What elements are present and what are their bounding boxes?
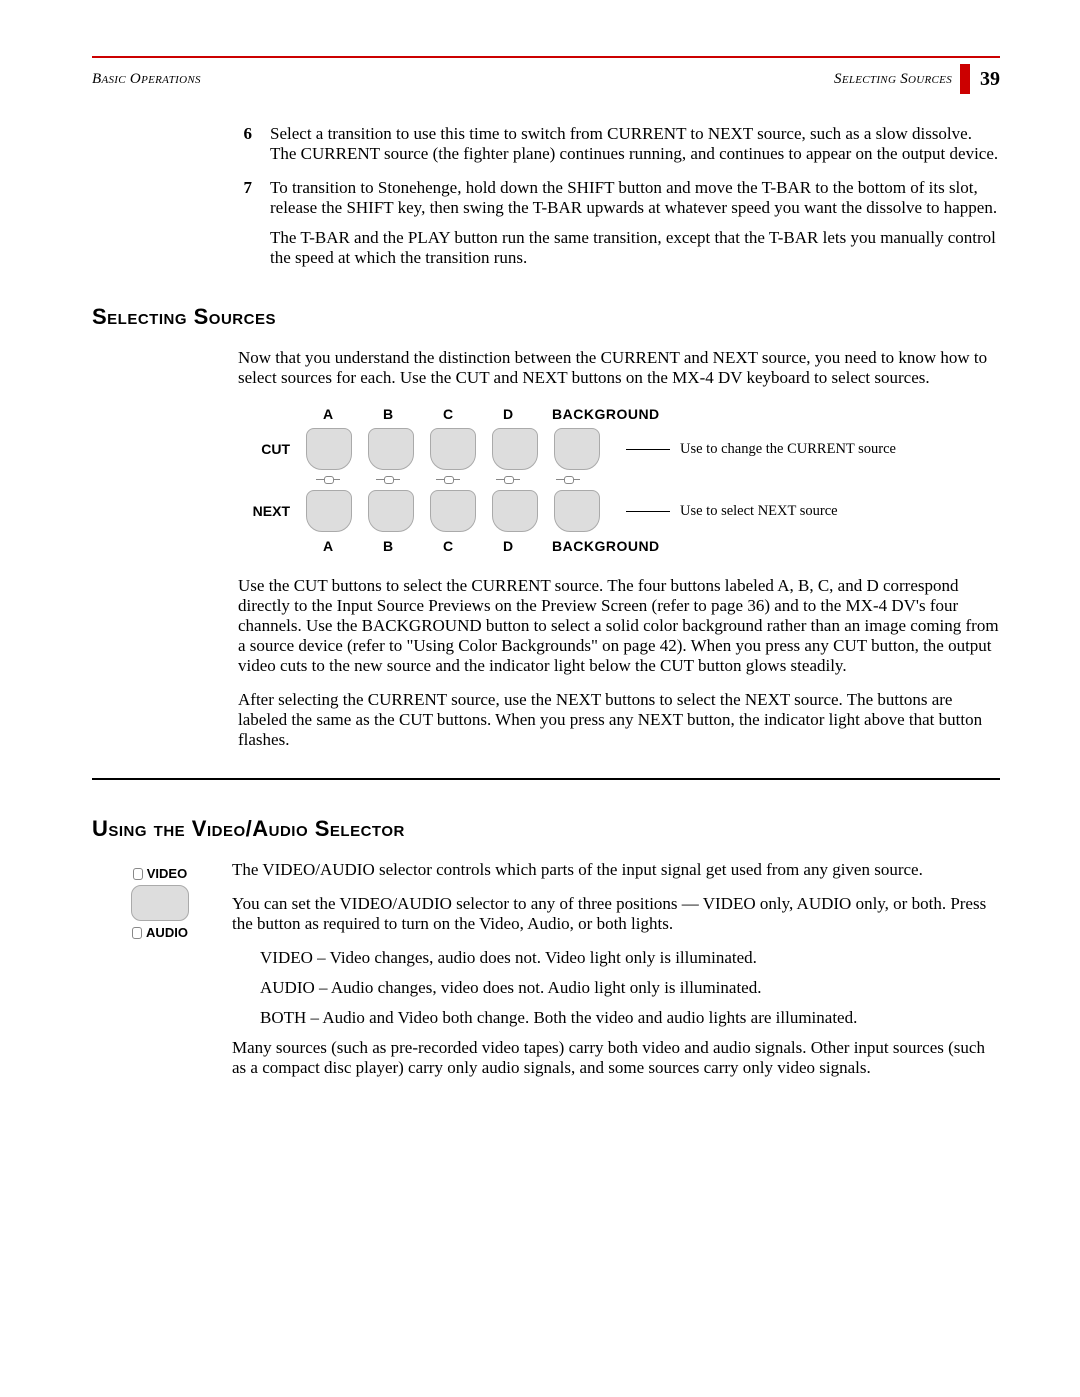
page-number: 39 (980, 68, 1000, 91)
body-paragraph: The VIDEO/AUDIO selector controls which … (232, 860, 1000, 880)
step-after-text: The T-BAR and the PLAY button run the sa… (270, 228, 1000, 268)
section-heading-va-selector: Using the Video/Audio Selector (92, 816, 1000, 842)
indicator-icon (486, 476, 530, 484)
va-label-video: VIDEO (147, 866, 187, 881)
leader-line-icon (626, 449, 670, 450)
keycap-icon (492, 490, 538, 532)
header-left: Basic Operations (92, 71, 201, 88)
page-marker-icon (960, 64, 970, 94)
keycap-icon (430, 428, 476, 470)
diagram-annotation: Use to select NEXT source (626, 503, 838, 520)
diagram-annotation: Use to change the CURRENT source (626, 441, 896, 458)
step-number: 7 (238, 178, 252, 268)
indicator-icon (426, 476, 470, 484)
mode-item: VIDEO – Video changes, audio does not. V… (260, 948, 1000, 968)
annotation-text: Use to select NEXT source (680, 503, 838, 520)
col-label: A (306, 406, 350, 422)
keycap-icon (306, 428, 352, 470)
keycap-icon (368, 428, 414, 470)
col-label-background: BACKGROUND (552, 538, 660, 554)
mode-item: AUDIO – Audio changes, video does not. A… (260, 978, 1000, 998)
col-label: B (366, 538, 410, 554)
va-selector-figure: VIDEO AUDIO (110, 866, 210, 940)
leader-line-icon (626, 511, 670, 512)
step-item: 6 Select a transition to use this time t… (238, 124, 1000, 164)
keycap-icon (306, 490, 352, 532)
col-label: C (426, 538, 470, 554)
row-label-next: NEXT (242, 503, 290, 519)
keycap-icon (492, 428, 538, 470)
diagram-indicator-row (306, 476, 1000, 484)
diagram-col-labels-top: A B C D BACKGROUND (306, 406, 1000, 422)
step-number: 6 (238, 124, 252, 164)
col-label: D (486, 538, 530, 554)
header-section-label: Selecting Sources (834, 71, 952, 88)
va-label-audio: AUDIO (146, 925, 188, 940)
section-heading-selecting-sources: Selecting Sources (92, 304, 1000, 330)
annotation-text: Use to change the CURRENT source (680, 441, 896, 458)
step-text: To transition to Stonehenge, hold down t… (270, 178, 1000, 218)
section-divider (92, 778, 1000, 780)
mode-item: BOTH – Audio and Video both change. Both… (260, 1008, 1000, 1028)
mode-list: VIDEO – Video changes, audio does not. V… (260, 948, 1000, 1028)
step-list: 6 Select a transition to use this time t… (238, 124, 1000, 268)
keycap-icon (131, 885, 189, 921)
keycap-icon (368, 490, 414, 532)
row-label-cut: CUT (242, 441, 290, 457)
keycap-icon (554, 490, 600, 532)
col-label-background: BACKGROUND (552, 406, 660, 422)
led-icon (132, 927, 142, 939)
col-label: C (426, 406, 470, 422)
body-paragraph: You can set the VIDEO/AUDIO selector to … (232, 894, 1000, 934)
body-paragraph: Many sources (such as pre-recorded video… (232, 1038, 1000, 1078)
col-label: D (486, 406, 530, 422)
indicator-icon (546, 476, 590, 484)
header-right: Selecting Sources 39 (834, 64, 1000, 94)
top-rule (92, 56, 1000, 58)
indicator-icon (306, 476, 350, 484)
diagram-row-next: NEXT Use to select NEXT source (242, 490, 1000, 532)
step-text: Select a transition to use this time to … (270, 124, 1000, 164)
body-paragraph: After selecting the CURRENT source, use … (238, 690, 1000, 750)
cut-next-diagram: A B C D BACKGROUND CUT Use to change (242, 406, 1000, 554)
col-label: A (306, 538, 350, 554)
diagram-row-cut: CUT Use to change the CURRENT source (242, 428, 1000, 470)
body-paragraph: Use the CUT buttons to select the CURREN… (238, 576, 1000, 676)
led-icon (133, 868, 143, 880)
intro-paragraph: Now that you understand the distinction … (238, 348, 1000, 388)
page-header: Basic Operations Selecting Sources 39 (92, 64, 1000, 94)
keycap-icon (554, 428, 600, 470)
keycap-icon (430, 490, 476, 532)
step-item: 7 To transition to Stonehenge, hold down… (238, 178, 1000, 268)
col-label: B (366, 406, 410, 422)
indicator-icon (366, 476, 410, 484)
diagram-col-labels-bottom: A B C D BACKGROUND (306, 538, 1000, 554)
